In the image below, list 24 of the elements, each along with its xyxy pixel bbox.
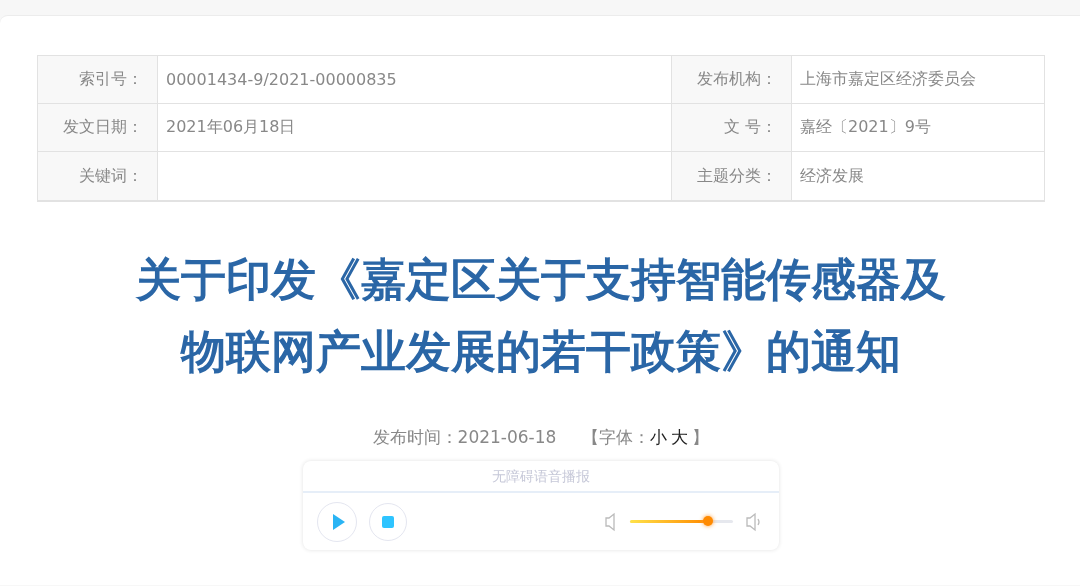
field-value: 经济发展	[799, 164, 865, 187]
field-label: 发布机构：	[672, 56, 792, 104]
field-label: 关键词：	[38, 152, 158, 200]
field-label: 索引号：	[38, 56, 158, 104]
font-size-bracket: 】	[692, 426, 710, 449]
field-label: 发文日期：	[38, 104, 158, 152]
font-size-link[interactable]: 小	[650, 426, 668, 449]
field-value: 上海市嘉定区经济委员会	[792, 56, 1044, 104]
field-value: 00001434-9/2021-00000835	[158, 56, 672, 104]
play-icon	[330, 512, 347, 531]
field-label: 主题分类：	[672, 152, 792, 200]
slider-thumb[interactable]	[703, 516, 714, 526]
stop-button[interactable]	[369, 502, 407, 541]
publish-time: 发布时间：2021-06-18	[372, 426, 557, 449]
font-size-link[interactable]: 大	[671, 426, 689, 449]
stop-icon	[382, 515, 394, 528]
document-title: 关于印发《嘉定区关于支持智能传感器及	[136, 252, 946, 308]
volume-low-icon[interactable]	[604, 511, 618, 532]
field-label: 文 号：	[672, 104, 792, 152]
field-value: 嘉经〔2021〕9号	[792, 104, 1044, 152]
font-size-label: 【字体：	[582, 426, 651, 449]
field-value: 2021年06月18日	[158, 104, 672, 152]
play-button[interactable]	[317, 501, 357, 542]
document-title: 物联网产业发展的若干政策》的通知	[181, 324, 901, 380]
